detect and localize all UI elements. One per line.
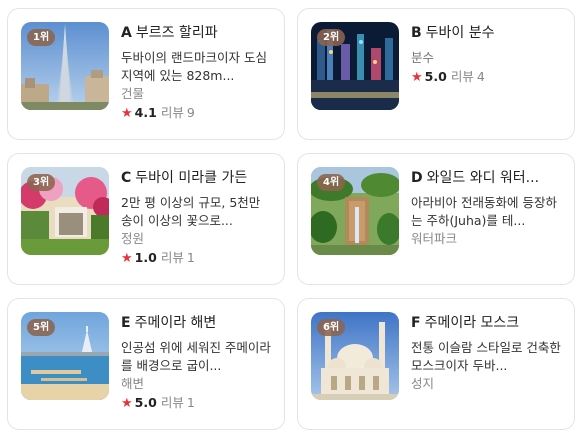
place-card-jumeirah-mosque[interactable]: 6위 F 주메이라 모스크 전통 이슬람 스타일로 건축한 모스크이자 두바...… xyxy=(297,298,575,430)
place-description: 전통 이슬람 스타일로 건축한 모스크이자 두바... xyxy=(411,340,561,373)
place-name: 두바이 미라클 가든 xyxy=(135,170,248,186)
place-description: 아라비아 전래동화에 등장하는 주하(Juha)를 테... xyxy=(411,195,557,228)
place-title: F 주메이라 모스크 xyxy=(411,313,564,333)
place-category: 워터파크 xyxy=(411,231,458,246)
place-letter: F xyxy=(411,315,421,331)
review-count: 1 xyxy=(186,250,195,265)
review-label: 리뷰 xyxy=(160,250,184,265)
place-name: 와일드 와디 워터... xyxy=(426,170,540,186)
place-letter: B xyxy=(411,25,422,41)
place-rating: ★ 5.0 리뷰 4 xyxy=(411,68,564,87)
rating-score: 4.1 xyxy=(134,105,157,120)
review-label: 리뷰 xyxy=(450,69,474,84)
place-category: 성지 xyxy=(411,376,435,391)
rank-badge: 3위 xyxy=(27,174,56,191)
place-category: 해변 xyxy=(121,376,145,391)
place-title: D 와일드 와디 워터... xyxy=(411,168,564,188)
place-letter: A xyxy=(121,25,132,41)
place-description: 2만 평 이상의 규모, 5천만 송이 이상의 꽃으로... xyxy=(121,195,261,228)
place-category: 건물 xyxy=(121,86,145,101)
place-title: C 두바이 미라클 가든 xyxy=(121,168,274,188)
place-card-burj-khalifa[interactable]: 1위 A 부르즈 할리파 두바이의 랜드마크이자 도심지역에 있는 828m...… xyxy=(7,8,285,140)
place-rating: ★ 4.1 리뷰 9 xyxy=(121,104,274,123)
place-card-jumeirah-beach[interactable]: 5위 E 주메이라 해변 인공섬 위에 세워진 주메이라를 배경으로 굽이... … xyxy=(7,298,285,430)
place-title: A 부르즈 할리파 xyxy=(121,23,274,43)
place-name: 두바이 분수 xyxy=(425,25,495,41)
review-count: 1 xyxy=(186,395,195,410)
review-label: 리뷰 xyxy=(160,395,184,410)
place-rating: ★ 5.0 리뷰 1 xyxy=(121,394,274,413)
star-icon: ★ xyxy=(121,396,133,411)
star-icon: ★ xyxy=(411,70,423,85)
place-card-wild-wadi[interactable]: 4위 D 와일드 와디 워터... 아라비아 전래동화에 등장하는 주하(Juha… xyxy=(297,153,575,285)
place-letter: E xyxy=(121,315,131,331)
rating-score: 5.0 xyxy=(424,69,447,84)
rank-badge: 6위 xyxy=(317,319,346,336)
place-card-dubai-fountain[interactable]: 2위 B 두바이 분수 분수 ★ 5.0 리뷰 4 xyxy=(297,8,575,140)
place-description: 두바이의 랜드마크이자 도심지역에 있는 828m... xyxy=(121,50,267,83)
star-icon: ★ xyxy=(121,106,133,121)
rank-badge: 2위 xyxy=(317,29,346,46)
place-thumbnail: 5위 xyxy=(21,312,109,400)
place-letter: C xyxy=(121,170,132,186)
place-name: 주메이라 모스크 xyxy=(424,315,520,331)
place-thumbnail: 3위 xyxy=(21,167,109,255)
place-thumbnail: 1위 xyxy=(21,22,109,110)
rating-score: 5.0 xyxy=(134,395,157,410)
place-thumbnail: 4위 xyxy=(311,167,399,255)
place-grid: 1위 A 부르즈 할리파 두바이의 랜드마크이자 도심지역에 있는 828m...… xyxy=(0,0,585,438)
rank-badge: 1위 xyxy=(27,29,56,46)
place-title: B 두바이 분수 xyxy=(411,23,564,43)
review-label: 리뷰 xyxy=(160,105,184,120)
place-category: 분수 xyxy=(411,50,435,65)
place-category: 정원 xyxy=(121,231,145,246)
rating-score: 1.0 xyxy=(134,250,157,265)
review-count: 4 xyxy=(476,69,485,84)
star-icon: ★ xyxy=(121,251,133,266)
place-letter: D xyxy=(411,170,423,186)
place-description: 인공섬 위에 세워진 주메이라를 배경으로 굽이... xyxy=(121,340,271,373)
place-thumbnail: 6위 xyxy=(311,312,399,400)
place-thumbnail: 2위 xyxy=(311,22,399,110)
place-name: 부르즈 할리파 xyxy=(135,25,218,41)
place-rating: ★ 1.0 리뷰 1 xyxy=(121,249,274,268)
place-card-miracle-garden[interactable]: 3위 C 두바이 미라클 가든 2만 평 이상의 규모, 5천만 송이 이상의 꽃… xyxy=(7,153,285,285)
review-count: 9 xyxy=(186,105,195,120)
rank-badge: 5위 xyxy=(27,319,56,336)
place-title: E 주메이라 해변 xyxy=(121,313,274,333)
rank-badge: 4위 xyxy=(317,174,346,191)
place-name: 주메이라 해변 xyxy=(134,315,217,331)
